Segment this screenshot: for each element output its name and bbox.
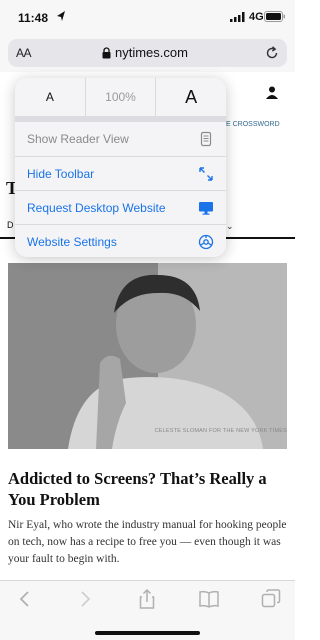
- website-settings-item[interactable]: Website Settings: [15, 224, 226, 257]
- zoom-level[interactable]: 100%: [84, 78, 156, 116]
- menu-item-label: Show Reader View: [27, 132, 129, 146]
- text-size-button[interactable]: AA: [16, 46, 32, 60]
- chevron-down-icon[interactable]: ⌄: [226, 221, 234, 232]
- menu-item-label: Website Settings: [27, 235, 117, 249]
- home-indicator: [95, 631, 200, 635]
- share-icon[interactable]: [136, 588, 158, 610]
- zoom-level-label: 100%: [105, 90, 136, 104]
- page-settings-popover: A 100% A Show Reader View Hide Toolbar R…: [15, 78, 226, 257]
- show-reader-view-item[interactable]: Show Reader View: [15, 122, 226, 156]
- article-headline[interactable]: Addicted to Screens? That’s Really a You…: [8, 468, 287, 510]
- location-arrow-icon: [57, 11, 65, 21]
- zoom-controls: A 100% A: [15, 78, 226, 116]
- account-icon[interactable]: [266, 86, 278, 100]
- reader-view-icon: [200, 131, 212, 147]
- bookmarks-icon[interactable]: [198, 588, 220, 610]
- zoom-decrease-label: A: [45, 90, 54, 104]
- status-time: 11:48: [18, 11, 49, 25]
- zoom-increase-label: A: [185, 86, 198, 107]
- zoom-decrease-button[interactable]: A: [15, 78, 85, 116]
- expand-arrows-icon: [199, 167, 213, 181]
- photo-credit: CELESTE SLOMAN FOR THE NEW YORK TIMES: [154, 428, 287, 434]
- article-photo[interactable]: [8, 263, 287, 449]
- url-text: nytimes.com: [115, 45, 188, 60]
- settings-gear-icon: [198, 234, 214, 250]
- desktop-icon: [199, 202, 213, 215]
- menu-item-label: Request Desktop Website: [27, 201, 166, 215]
- tabs-icon[interactable]: [260, 588, 282, 610]
- status-bar: 11:48 4G: [0, 0, 295, 34]
- request-desktop-website-item[interactable]: Request Desktop Website: [15, 190, 226, 224]
- article-summary: Nir Eyal, who wrote the industry manual …: [8, 519, 287, 565]
- nav-item-partial[interactable]: D: [7, 220, 14, 230]
- url-field[interactable]: AA nytimes.com: [8, 39, 287, 67]
- crossword-link[interactable]: E CROSSWORD: [226, 121, 280, 128]
- lock-icon: [102, 47, 111, 59]
- hide-toolbar-item[interactable]: Hide Toolbar: [15, 156, 226, 190]
- network-type: 4G: [249, 11, 264, 23]
- zoom-increase-button[interactable]: A: [155, 78, 226, 116]
- menu-item-label: Hide Toolbar: [27, 167, 95, 181]
- portrait-illustration: [8, 263, 287, 449]
- forward-icon[interactable]: [74, 588, 96, 610]
- cellular-signal-icon: [230, 12, 245, 22]
- reload-icon[interactable]: [264, 45, 280, 61]
- back-icon[interactable]: [14, 588, 36, 610]
- address-bar: AA nytimes.com: [0, 34, 295, 72]
- battery-icon: [264, 11, 285, 22]
- bottom-toolbar: [0, 580, 295, 640]
